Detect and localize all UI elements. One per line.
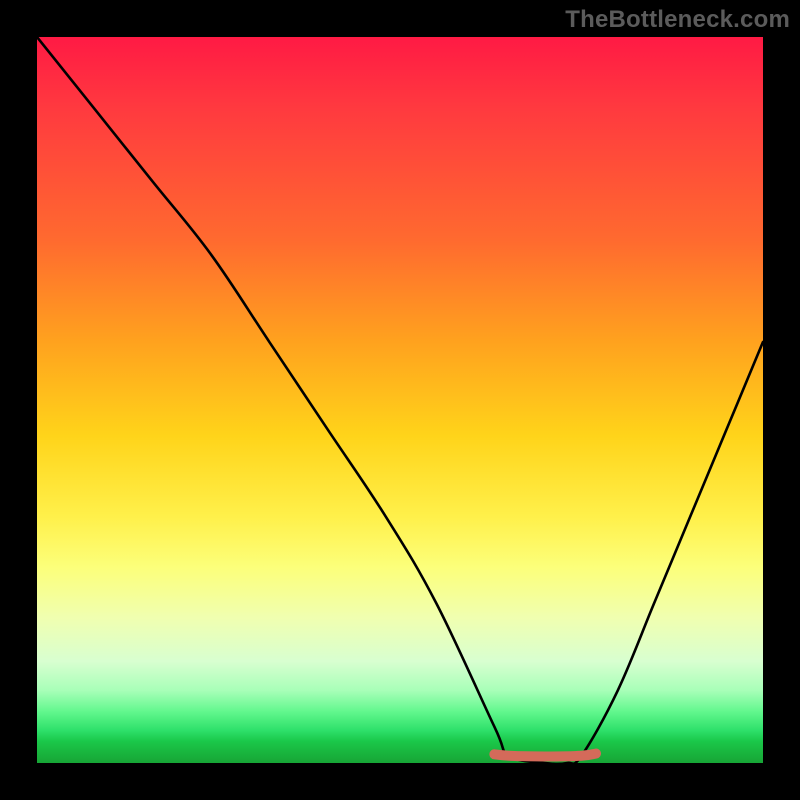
plot-area [37,37,763,763]
chart-layer [37,37,763,763]
chart-svg [37,37,763,763]
series-flat-bottom-segment [494,754,596,757]
series-bottleneck-curve [37,37,763,763]
chart-frame: TheBottleneck.com [0,0,800,800]
watermark-text: TheBottleneck.com [565,6,790,34]
